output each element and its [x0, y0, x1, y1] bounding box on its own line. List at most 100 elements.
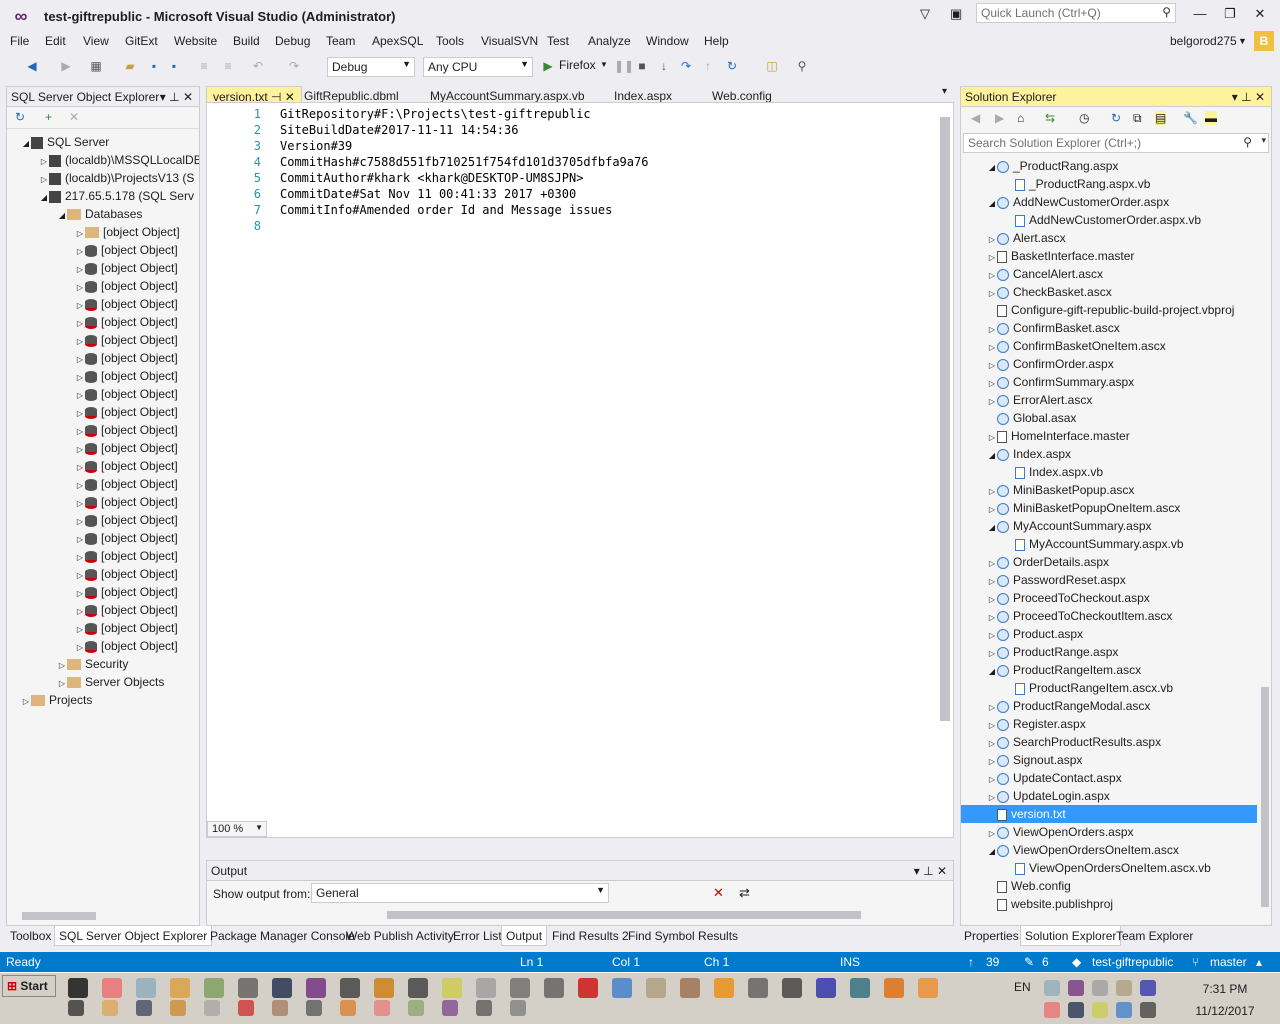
- menu-gitext[interactable]: GitExt: [125, 34, 158, 48]
- menu-test[interactable]: Test: [547, 34, 569, 48]
- quick-launch-icon[interactable]: [272, 1000, 288, 1016]
- taskbar-app-icon[interactable]: [272, 978, 292, 998]
- menu-analyze[interactable]: Analyze: [588, 34, 631, 48]
- solution-item[interactable]: ▷ ConfirmSummary.aspx: [987, 373, 1134, 391]
- tray-icon[interactable]: [1140, 1002, 1156, 1018]
- pause-icon[interactable]: ❚❚: [614, 58, 634, 74]
- status-branch[interactable]: master: [1210, 955, 1247, 969]
- undo-icon[interactable]: ↶: [250, 58, 266, 74]
- tree-item-database[interactable]: ▷ [object Object]: [75, 583, 178, 601]
- collapse-icon[interactable]: ◢: [987, 663, 997, 681]
- taskbar-app-icon[interactable]: [816, 978, 836, 998]
- tree-item-database[interactable]: ▷ [object Object]: [75, 367, 178, 385]
- tree-item-database[interactable]: ▷ [object Object]: [75, 259, 178, 277]
- tray-icon[interactable]: [1068, 1002, 1084, 1018]
- bottom-tab[interactable]: SQL Server Object Explorer: [54, 926, 213, 946]
- taskbar-app-icon[interactable]: [340, 978, 360, 998]
- solution-item[interactable]: ▷ Signout.aspx: [987, 751, 1082, 769]
- solution-item[interactable]: Web.config: [987, 877, 1071, 895]
- panel-controls-icon[interactable]: ▾ ⊥ ✕: [1232, 90, 1265, 104]
- tree-item-database[interactable]: ▷ [object Object]: [75, 619, 178, 637]
- menu-file[interactable]: File: [10, 34, 29, 48]
- tree-item-database[interactable]: ▷ [object Object]: [75, 313, 178, 331]
- tree-item-server-objects[interactable]: ▷ Server Objects: [57, 673, 164, 691]
- quick-launch-icon[interactable]: [442, 1000, 458, 1016]
- quick-launch-icon[interactable]: [170, 1000, 186, 1016]
- quick-launch-icon[interactable]: [408, 1000, 424, 1016]
- solution-item[interactable]: Index.aspx.vb: [1005, 463, 1103, 481]
- browse-icon[interactable]: ⚲: [794, 58, 810, 74]
- solution-item[interactable]: website.publishproj: [987, 895, 1113, 913]
- step-out-icon[interactable]: ↑: [700, 58, 716, 74]
- output-source-select[interactable]: General ▼: [311, 883, 609, 903]
- taskbar-app-icon[interactable]: [374, 978, 394, 998]
- solution-item[interactable]: ◢ ViewOpenOrdersOneItem.ascx: [987, 841, 1179, 859]
- taskbar-app-icon[interactable]: [850, 978, 870, 998]
- tree-item-database[interactable]: ▷ [object Object]: [75, 493, 178, 511]
- tray-icon[interactable]: [1140, 980, 1156, 996]
- code-line[interactable]: Version#39: [280, 139, 352, 153]
- code-line[interactable]: CommitHash#c7588d551fb710251f754fd101d37…: [280, 155, 648, 169]
- bottom-tab[interactable]: Toolbox: [6, 926, 55, 946]
- solution-item[interactable]: ▷ ConfirmBasket.ascx: [987, 319, 1120, 337]
- tree-item-projects[interactable]: ▷ Projects: [21, 691, 92, 709]
- tree-item-database[interactable]: ▷ [object Object]: [75, 457, 178, 475]
- menu-team[interactable]: Team: [326, 34, 355, 48]
- refresh-icon[interactable]: ↻: [15, 110, 25, 124]
- tree-item-server[interactable]: ◢ 217.65.5.178 (SQL Serv: [39, 187, 194, 205]
- step-into-icon[interactable]: ↓: [656, 58, 672, 74]
- tray-icon[interactable]: [1092, 1002, 1108, 1018]
- account-badge[interactable]: B: [1254, 31, 1274, 51]
- close-button[interactable]: ✕: [1250, 6, 1270, 22]
- solution-item[interactable]: ▷ ViewOpenOrders.aspx: [987, 823, 1134, 841]
- solution-item[interactable]: ▷ BasketInterface.master: [987, 247, 1134, 265]
- filter-icon[interactable]: ▽: [920, 6, 930, 22]
- new-project-icon[interactable]: ▦: [88, 58, 104, 74]
- feedback-icon[interactable]: ▣: [950, 6, 962, 22]
- quick-launch-icon[interactable]: [238, 1000, 254, 1016]
- taskbar-app-icon[interactable]: [646, 978, 666, 998]
- taskbar-app-icon[interactable]: [306, 978, 326, 998]
- solution-item[interactable]: Global.asax: [987, 409, 1076, 427]
- solution-item[interactable]: ▷ ProductRange.aspx: [987, 643, 1118, 661]
- menu-visualsvn[interactable]: VisualSVN: [481, 34, 538, 48]
- taskbar-app-icon[interactable]: [68, 978, 88, 998]
- platform-select[interactable]: Any CPU ▼: [423, 57, 533, 77]
- solution-item[interactable]: ▷ ConfirmBasketOneItem.ascx: [987, 337, 1166, 355]
- bottom-tab[interactable]: Package Manager Console: [206, 926, 359, 946]
- tree-item-database[interactable]: ▷ [object Object]: [75, 475, 178, 493]
- solution-item[interactable]: ProductRangeItem.ascx.vb: [1005, 679, 1173, 697]
- menu-window[interactable]: Window: [646, 34, 689, 48]
- collapse-icon[interactable]: ◢: [987, 843, 997, 861]
- taskbar-app-icon[interactable]: [476, 978, 496, 998]
- quick-launch-input[interactable]: Quick Launch (Ctrl+Q) ⚲: [976, 3, 1176, 23]
- bottom-tab[interactable]: Output: [501, 926, 548, 946]
- taskbar-app-icon[interactable]: [578, 978, 598, 998]
- taskbar-app-icon[interactable]: [510, 978, 530, 998]
- clock[interactable]: 7:31 PM 11/12/2017: [1180, 982, 1270, 1018]
- taskbar-app-icon[interactable]: [170, 978, 190, 998]
- solution-item[interactable]: ▷ ProductRangeModal.ascx: [987, 697, 1151, 715]
- find-in-files-icon[interactable]: ◫: [764, 58, 780, 74]
- zoom-select[interactable]: 100 % ▼: [207, 821, 267, 837]
- account-dropdown-icon[interactable]: ▼: [1238, 36, 1247, 46]
- tree-item-database[interactable]: ▷ [object Object]: [75, 565, 178, 583]
- forward-icon[interactable]: ▶: [995, 111, 1004, 125]
- bottom-tab[interactable]: Team Explorer: [1112, 926, 1197, 946]
- tree-item-database[interactable]: ▷ [object Object]: [75, 277, 178, 295]
- add-server-icon[interactable]: +: [45, 110, 52, 124]
- expand-icon[interactable]: ▷: [21, 693, 31, 711]
- collapse-all-icon[interactable]: ⧉: [1133, 111, 1142, 126]
- open-folder-icon[interactable]: ▰: [122, 58, 138, 74]
- solution-item[interactable]: ◢ _ProductRang.aspx: [987, 157, 1118, 175]
- solution-item[interactable]: ▷ HomeInterface.master: [987, 427, 1130, 445]
- solution-vertical-scrollbar[interactable]: [1261, 687, 1269, 907]
- collapse-icon[interactable]: ◢: [987, 195, 997, 213]
- menu-tools[interactable]: Tools: [436, 34, 464, 48]
- back-icon[interactable]: ◀: [971, 111, 980, 125]
- taskbar-app-icon[interactable]: [442, 978, 462, 998]
- solution-item[interactable]: _ProductRang.aspx.vb: [1005, 175, 1150, 193]
- tree-item-database[interactable]: ▷ [object Object]: [75, 403, 178, 421]
- collapse-icon[interactable]: ◢: [987, 447, 997, 465]
- menu-apexsql[interactable]: ApexSQL: [372, 34, 423, 48]
